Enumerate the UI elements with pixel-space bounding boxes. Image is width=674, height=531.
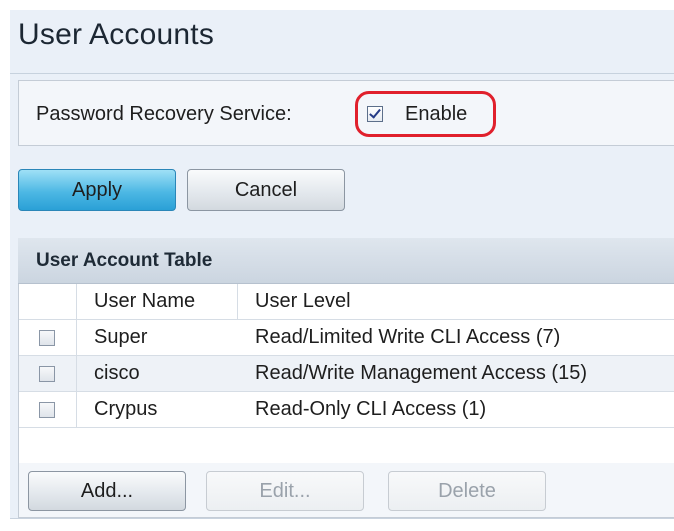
- table-row[interactable]: cisco Read/Write Management Access (15): [19, 356, 674, 392]
- table-caption: User Account Table: [36, 250, 213, 271]
- cancel-button[interactable]: Cancel: [187, 169, 345, 211]
- title-divider: [10, 73, 674, 74]
- user-name-cell: Crypus: [94, 398, 158, 420]
- table-row[interactable]: Super Read/Limited Write CLI Access (7): [19, 320, 674, 356]
- user-level-cell: Read/Write Management Access (15): [255, 362, 588, 384]
- user-level-cell: Read/Limited Write CLI Access (7): [255, 326, 561, 348]
- page-title: User Accounts: [18, 18, 215, 51]
- user-name-cell: cisco: [94, 362, 140, 384]
- row-select-checkbox[interactable]: [39, 366, 55, 382]
- apply-button[interactable]: Apply: [18, 169, 176, 211]
- delete-button[interactable]: Delete: [388, 471, 546, 511]
- table-row[interactable]: Crypus Read-Only CLI Access (1): [19, 392, 674, 428]
- row-select-checkbox[interactable]: [39, 402, 55, 418]
- user-name-cell: Super: [94, 326, 148, 348]
- row-select-checkbox[interactable]: [39, 330, 55, 346]
- table-header-row: User Name User Level: [19, 284, 674, 320]
- highlight-annotation: [355, 91, 496, 137]
- password-recovery-label: Password Recovery Service:: [36, 103, 292, 125]
- column-header-user-name[interactable]: User Name: [94, 290, 195, 313]
- user-level-cell: Read-Only CLI Access (1): [255, 398, 487, 420]
- column-header-user-level[interactable]: User Level: [255, 290, 351, 313]
- edit-button[interactable]: Edit...: [206, 471, 364, 511]
- add-button[interactable]: Add...: [28, 471, 186, 511]
